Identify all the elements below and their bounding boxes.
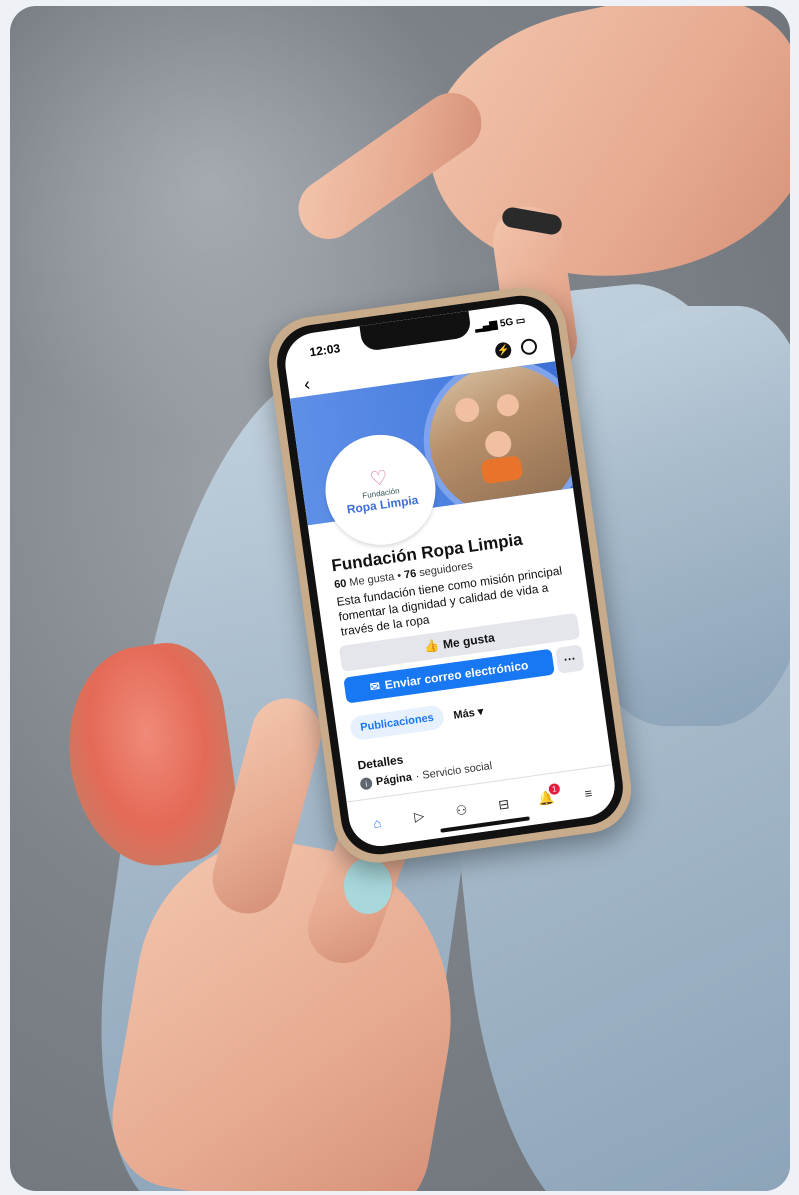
home-icon[interactable]: ⌂ (367, 812, 387, 832)
bell-icon[interactable]: 🔔 1 (536, 782, 561, 809)
marketplace-icon[interactable]: ⊟ (494, 795, 514, 815)
likes-label: Me gusta (348, 570, 396, 590)
tab-more[interactable]: Más ▾ (453, 704, 484, 721)
signal-icon: ▂▄▆ (474, 319, 499, 334)
thumbs-up-icon: 👍 (423, 638, 441, 655)
page-type-label: Página (375, 771, 413, 789)
details-heading: Detalles (356, 752, 405, 773)
heart-hands-icon: ♡ (368, 466, 390, 491)
notification-badge: 1 (548, 782, 561, 796)
messenger-icon[interactable]: ⚡ (494, 341, 513, 360)
likes-count: 60 (333, 577, 348, 592)
info-icon: i (359, 776, 374, 791)
battery-icon: ▭ (515, 315, 527, 328)
cover-children-photo (413, 361, 574, 526)
tab-posts[interactable]: Publicaciones (348, 704, 446, 742)
child-shirt (480, 455, 524, 485)
search-icon[interactable] (519, 337, 539, 356)
menu-icon[interactable]: ≡ (578, 783, 598, 803)
mail-icon: ✉ (368, 678, 381, 695)
status-time: 12:03 (308, 341, 342, 360)
network-label: 5G (499, 316, 514, 330)
more-options-button[interactable]: ··· (555, 644, 585, 674)
top-actions: ⚡ (494, 337, 539, 360)
friends-icon[interactable]: ⚇ (451, 801, 471, 821)
like-button-label: Me gusta (442, 630, 496, 652)
child-head-1 (453, 396, 481, 424)
video-icon[interactable]: ▷ (409, 806, 429, 826)
back-arrow-icon[interactable]: ‹ (303, 374, 312, 396)
page-category-label: · Servicio social (414, 760, 493, 783)
page-tabs: Publicaciones Más ▾ (348, 699, 485, 742)
send-email-label: Enviar correo electrónico (383, 658, 530, 693)
child-head-3 (483, 429, 513, 459)
status-network: ▂▄▆ 5G ▭ (474, 315, 526, 333)
followers-count: 76 (403, 567, 418, 582)
child-head-2 (495, 392, 521, 418)
upper-hand (406, 6, 790, 313)
